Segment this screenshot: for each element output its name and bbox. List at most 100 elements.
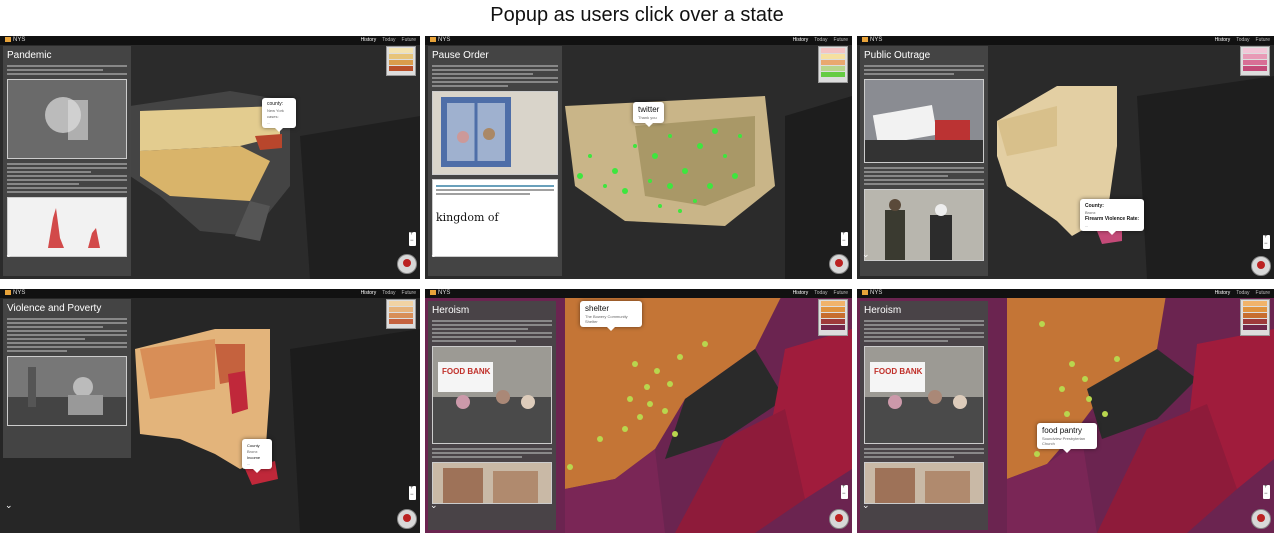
tweet-text: [436, 185, 554, 195]
legend-swatch: [389, 54, 413, 59]
zoom-control[interactable]: [841, 484, 848, 499]
photo-image: [865, 190, 983, 260]
panel-heroism-pantry: NYS History Today Future Heroism FOOD BANK…: [857, 289, 1274, 533]
globe-icon[interactable]: [1251, 256, 1271, 276]
tab-today[interactable]: Today: [1236, 37, 1249, 43]
zoom-control[interactable]: [409, 485, 416, 500]
legend-swatch: [821, 313, 845, 318]
legend-swatch: [389, 313, 413, 318]
map-popup[interactable]: twitter Thank you: [633, 102, 665, 127]
story-sidebar[interactable]: Pause Order kingdom of: [428, 46, 562, 276]
globe-icon[interactable]: [829, 509, 849, 529]
legend-swatch: [821, 48, 845, 53]
legend-swatch: [821, 72, 845, 77]
popup-line: ...: [1085, 223, 1089, 228]
popup-title: County:: [1085, 203, 1104, 209]
top-bar: NYS History Today Future: [425, 289, 852, 298]
story-title: Heroism: [432, 305, 470, 316]
tab-today[interactable]: Today: [382, 290, 395, 296]
scroll-down-icon[interactable]: ⌄: [430, 250, 438, 260]
map-popup[interactable]: shelter The Bowery Community Shelter: [580, 301, 642, 331]
popup-line: cases:: [267, 114, 279, 119]
photo-image: [8, 80, 126, 158]
story-text: [432, 65, 558, 87]
popup-title: shelter: [585, 304, 610, 313]
brand[interactable]: NYS: [430, 290, 450, 296]
legend-swatch: [1243, 60, 1267, 65]
story-text: [864, 320, 984, 342]
chart-thumbnail: [8, 198, 126, 256]
legend-swatch: [1243, 313, 1267, 318]
scroll-down-icon[interactable]: ⌄: [862, 501, 870, 511]
story-sidebar[interactable]: Pandemic: [3, 46, 131, 276]
globe-icon[interactable]: [397, 509, 417, 529]
zoom-control[interactable]: [1263, 484, 1270, 499]
scroll-down-icon[interactable]: ⌄: [5, 250, 13, 260]
scroll-down-icon[interactable]: ⌄: [5, 501, 13, 511]
story-title: Pandemic: [7, 50, 52, 61]
story-chart: [7, 197, 127, 257]
top-bar: NYS History Today Future: [857, 36, 1274, 45]
globe-icon[interactable]: [397, 254, 417, 274]
story-text: [432, 448, 552, 458]
globe-icon[interactable]: [829, 254, 849, 274]
tab-history[interactable]: History: [1215, 290, 1231, 296]
zoom-control[interactable]: [841, 231, 848, 246]
legend-swatch: [821, 325, 845, 330]
brand[interactable]: NYS: [5, 290, 25, 296]
top-bar: NYS History Today Future: [0, 289, 420, 298]
nav-tabs: History Today Future: [355, 37, 416, 43]
story-photo: [864, 462, 984, 504]
map-legend: [1240, 299, 1270, 336]
legend-swatch: [1243, 307, 1267, 312]
tab-history[interactable]: History: [793, 37, 809, 43]
scroll-down-icon[interactable]: ⌄: [862, 250, 870, 260]
story-title: Heroism: [864, 305, 902, 316]
brand[interactable]: NYS: [5, 37, 25, 43]
tab-future[interactable]: Future: [402, 37, 416, 43]
story-sidebar[interactable]: Heroism FOOD BANK: [860, 301, 988, 530]
story-sidebar[interactable]: Public Outrage: [860, 46, 988, 276]
tab-future[interactable]: Future: [1256, 37, 1270, 43]
tab-today[interactable]: Today: [814, 290, 827, 296]
tab-today[interactable]: Today: [382, 37, 395, 43]
nav-tabs: History Today Future: [1209, 37, 1270, 43]
map-popup[interactable]: County: Bronx Firearm Violence Rate: ...: [1080, 199, 1145, 235]
tab-future[interactable]: Future: [834, 37, 848, 43]
tab-today[interactable]: Today: [1236, 290, 1249, 296]
map-popup[interactable]: county: New York cases: ...: [262, 98, 296, 132]
nys-logo-icon: [430, 290, 436, 295]
story-sidebar[interactable]: Violence and Poverty: [3, 299, 131, 458]
popup-line: Bronx: [247, 449, 258, 454]
tab-future[interactable]: Future: [834, 290, 848, 296]
map-popup[interactable]: County Bronx Income ...: [242, 439, 272, 473]
zoom-control[interactable]: [1263, 234, 1270, 249]
tab-history[interactable]: History: [361, 290, 377, 296]
brand[interactable]: NYS: [862, 290, 882, 296]
tab-history[interactable]: History: [361, 37, 377, 43]
tab-future[interactable]: Future: [1256, 290, 1270, 296]
globe-icon[interactable]: [1251, 509, 1271, 529]
legend-swatch: [821, 307, 845, 312]
legend-swatch: [389, 319, 413, 324]
story-sidebar[interactable]: Heroism FOOD BANK: [428, 301, 556, 530]
map-legend: [386, 46, 416, 76]
story-photo: FOOD BANK: [864, 346, 984, 444]
zoom-control[interactable]: [409, 231, 416, 246]
map-popup[interactable]: food pantry Soundview Presbyterian Churc…: [1037, 423, 1097, 453]
legend-swatch: [389, 48, 413, 53]
tab-history[interactable]: History: [793, 290, 809, 296]
photo-image: [433, 347, 551, 443]
legend-swatch: [1243, 319, 1267, 324]
tab-future[interactable]: Future: [402, 290, 416, 296]
brand[interactable]: NYS: [862, 37, 882, 43]
legend-swatch: [1243, 325, 1267, 330]
brand[interactable]: NYS: [430, 37, 450, 43]
story-text: [864, 65, 984, 75]
scroll-down-icon[interactable]: ⌄: [430, 501, 438, 511]
tab-history[interactable]: History: [1215, 37, 1231, 43]
story-text: [7, 318, 127, 352]
photo-image: [8, 357, 126, 425]
tab-today[interactable]: Today: [814, 37, 827, 43]
map-legend: [386, 299, 416, 329]
